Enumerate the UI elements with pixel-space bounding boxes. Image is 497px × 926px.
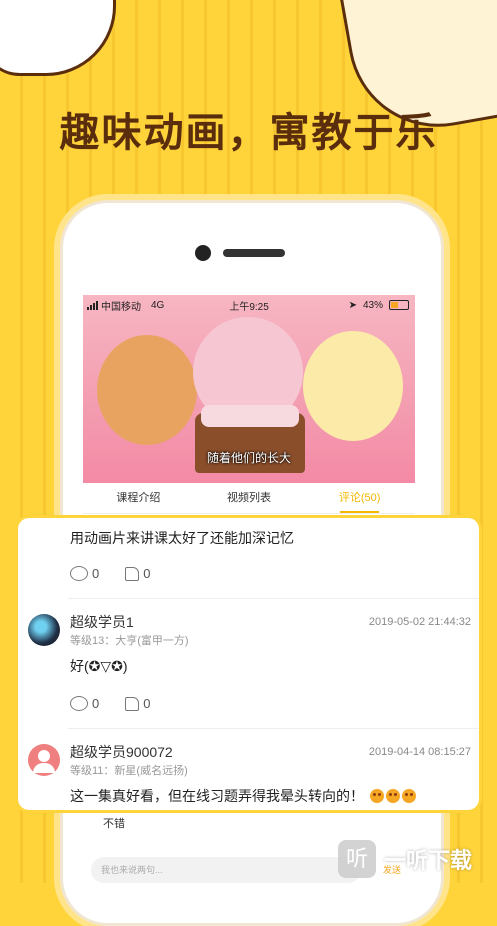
tab-course-intro[interactable]: 课程介绍	[83, 483, 194, 513]
like-count: 0	[143, 696, 151, 711]
emoji-icon	[385, 789, 400, 803]
comment-text-row: 这一集真好看，但在线习题弄得我晕头转向的！	[70, 786, 416, 806]
comment-date: 2019-04-14 08:15:27	[368, 746, 471, 758]
emoji-icon	[401, 789, 416, 803]
video-subtitle: 随着他们的长大	[206, 451, 291, 465]
reply-text: 不错	[103, 818, 125, 830]
status-time: 上午9:25	[229, 301, 269, 313]
like-button[interactable]: 0	[125, 566, 150, 581]
reply-count: 0	[92, 696, 100, 711]
comment-bubble-icon	[70, 566, 88, 581]
network-label: 4G	[151, 299, 165, 311]
username[interactable]: 超级学员1	[70, 612, 134, 632]
dog-illustration-yellow	[303, 331, 403, 441]
emoji-icon	[369, 789, 384, 803]
battery-icon	[389, 300, 409, 310]
like-count: 0	[143, 566, 151, 581]
signal-icon	[87, 300, 98, 310]
battery-percent: 43%	[362, 299, 383, 311]
user-level: 等级11：新星(威名远扬)	[70, 765, 188, 777]
speaker-grille	[223, 249, 285, 257]
avatar[interactable]	[28, 744, 60, 776]
video-player[interactable]: 随着他们的长大	[83, 295, 415, 483]
comments-card: 用动画片来讲课太好了还能加深记忆 0 0 超级学员1 等级13：大亨(富甲一方)…	[15, 515, 482, 813]
camera-icon	[195, 245, 211, 261]
divider	[68, 598, 479, 599]
tab-bar: 课程介绍 视频列表 评论(50)	[83, 483, 415, 514]
tab-video-list[interactable]: 视频列表	[194, 483, 305, 513]
watermark-logo: 听	[338, 840, 376, 878]
comment-text: 用动画片来讲课太好了还能加深记忆	[70, 530, 294, 546]
dog-illustration-orange	[97, 335, 197, 445]
reply-count: 0	[92, 566, 100, 581]
tab-comments[interactable]: 评论(50)	[304, 483, 415, 513]
comment-date: 2019-05-02 21:44:32	[368, 616, 471, 628]
comment-actions: 0 0	[70, 566, 176, 581]
status-bar: 中国移动 4G 上午9:25 ➤ 43%	[83, 295, 415, 315]
carrier-label: 中国移动	[101, 301, 141, 313]
avatar[interactable]	[28, 614, 60, 646]
thumbs-up-icon	[125, 696, 140, 711]
headline: 趣味动画，寓教于乐	[59, 111, 438, 155]
like-button[interactable]: 0	[125, 696, 150, 711]
cake-frosting	[201, 405, 299, 427]
reply-button[interactable]: 0	[70, 696, 99, 711]
comment-actions: 0 0	[70, 696, 176, 711]
watermark-text: 一听下载	[384, 848, 473, 873]
user-level: 等级13：大亨(富甲一方)	[70, 635, 189, 647]
comment-input[interactable]: 我也来说两句...	[91, 857, 361, 883]
reply-button[interactable]: 0	[70, 566, 99, 581]
thumbs-up-icon	[125, 566, 140, 581]
comment-text: 这一集真好看，但在线习题弄得我晕头转向的！	[70, 788, 364, 804]
divider	[68, 728, 479, 729]
username[interactable]: 超级学员900072	[70, 742, 173, 762]
comment-bubble-icon	[70, 696, 88, 711]
watermark: 听 一听下载	[338, 840, 472, 878]
comment-text: 好(✪▽✪)	[70, 658, 128, 674]
location-icon: ➤	[348, 299, 357, 311]
